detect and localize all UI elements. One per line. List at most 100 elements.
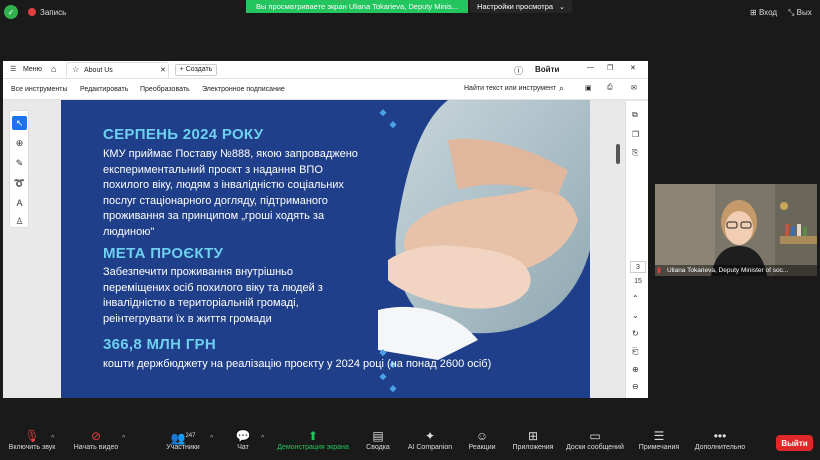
close-window-icon[interactable]: ✕ [630,64,636,72]
security-shield-icon[interactable]: ✓ [4,5,18,19]
whiteboards-button[interactable]: ▭ Доски сообщений [564,428,626,451]
whiteboard-icon: ▭ [589,429,601,443]
start-video-button[interactable]: ⊘ Начать видео [72,428,120,451]
page-up-icon[interactable]: ⌃ [632,294,639,303]
star-icon[interactable]: ☆ [72,65,79,74]
recording-icon [28,8,36,16]
apps-label: Приложения [512,444,554,451]
pages-icon[interactable]: ⎘ [632,148,638,158]
edit-button[interactable]: Редактировать [80,86,128,93]
lasso-icon[interactable]: ➰ [12,176,27,190]
login-button[interactable]: Войти [535,65,559,74]
hands-photo [378,100,590,398]
bookmark-icon[interactable]: ❐ [632,130,639,139]
start-video-label: Начать видео [73,444,119,451]
summary-button[interactable]: ▤ Сводка [362,428,394,451]
participants-button[interactable]: 👥247 Участники [158,428,208,451]
recording-label[interactable]: Запись [40,8,66,17]
refresh-icon[interactable]: ↻ [632,329,639,338]
exit-fullscreen-label: Вых [796,8,812,17]
slide-heading-date: СЕРПЕНЬ 2024 РОКУ [103,126,264,143]
share-screen-label: Демонстрация экрана [277,444,349,451]
exit-fullscreen-button[interactable]: ⤡ Вых [788,8,812,18]
enter-button[interactable]: ⊞ Вход [750,8,777,17]
zoom-in-icon[interactable]: ⊕ [632,365,639,374]
search-icon[interactable]: ⌕ [559,83,564,94]
reactions-label: Реакции [468,444,496,451]
participants-icon: 👥247 [170,431,196,445]
zoom-out-icon[interactable]: ⊖ [632,382,639,391]
viewer-toolbar: Все инструменты Редактировать Преобразов… [3,79,648,100]
all-tools-button[interactable]: Все инструменты [11,86,68,93]
home-icon[interactable]: ⌂ [51,64,56,74]
view-settings-button[interactable]: Настройки просмотра ⌄ [470,0,572,13]
grid-icon: ⊞ [750,8,759,17]
p2-line: реінтегрувати їх в життя громади [103,312,272,325]
p2-line: інвалідністю в територіальній громаді, [103,297,299,310]
presentation-slide: СЕРПЕНЬ 2024 РОКУ КМУ приймає Поставу №8… [61,100,590,398]
find-text-button[interactable]: Найти текст или инструмент [464,85,556,92]
create-button[interactable]: + Создать [175,64,217,76]
text-box-icon[interactable]: A [12,196,27,210]
convert-button[interactable]: Преобразовать [140,86,190,93]
comment-panel-icon[interactable]: ⧉ [632,110,638,120]
slide-paragraph-1: КМУ приймає Поставу №888, якою запровадж… [103,147,393,241]
chevron-up-icon[interactable]: ^ [51,435,54,442]
comment-icon[interactable]: ⊕ [12,136,27,150]
chat-button[interactable]: 💬 Чат [228,428,258,451]
participant-name: ▮ Uliana Tokarieva, Deputy Minister of s… [655,265,817,276]
chevron-up-icon[interactable]: ^ [261,435,264,442]
help-icon[interactable]: ⓘ [514,64,523,77]
select-cursor-icon[interactable]: ↖ [12,116,27,130]
chevron-up-icon[interactable]: ^ [122,435,125,442]
p1-line: КМУ приймає Поставу №888, якою запровадж… [103,148,358,160]
mail-icon[interactable]: ✉ [631,84,637,92]
more-icon: ••• [713,429,727,443]
save-icon[interactable]: ▣ [585,84,592,92]
ai-companion-button[interactable]: ✦ AI Companion [406,428,454,451]
participant-video-tile[interactable]: ▮ Uliana Tokarieva, Deputy Minister of s… [655,184,817,276]
apps-icon: ⊞ [527,429,539,443]
chevron-up-icon[interactable]: ^ [210,435,213,442]
slide-paragraph-2: Забезпечити проживання внутрішньо перемі… [103,265,393,327]
tab-about-us[interactable]: ☆ About Us ✕ [66,62,169,78]
hamburger-menu-icon[interactable]: ☰ [10,65,16,73]
close-tab-icon[interactable]: ✕ [160,66,166,74]
menu-button[interactable]: Меню [23,66,42,73]
print-icon[interactable]: ⎙ [607,84,613,92]
viewer-title-bar: ☰ Меню ⌂ ☆ About Us ✕ + Создать ⓘ Войти … [3,61,648,79]
left-tool-panel: ↖ ⊕ ✎ ➰ A ♙ [9,110,29,228]
apps-button[interactable]: ⊞ Приложения [510,428,556,451]
slide-paragraph-3: кошти держбюджету на реалізацію проєкту … [103,358,492,370]
stamp-icon[interactable]: ♙ [12,214,27,228]
unmute-label: Включить звук [8,444,56,451]
share-screen-button[interactable]: ⬆ Демонстрация экрана [275,428,351,451]
extract-icon[interactable]: ⎗ [632,347,638,357]
vertical-scrollbar[interactable] [615,100,621,398]
pdf-viewer-window: ☰ Меню ⌂ ☆ About Us ✕ + Создать ⓘ Войти … [3,61,648,398]
participants-label: Участники [166,444,200,451]
chat-label: Чат [237,444,249,451]
participant-name-text: Uliana Tokarieva, Deputy Minister of soc… [667,267,789,274]
esign-button[interactable]: Электронное подписание [202,86,285,93]
microphone-muted-icon: 🎙 [24,429,40,443]
dot-pattern [378,100,570,398]
participants-count: 247 [185,433,196,439]
maximize-icon[interactable]: ❐ [607,64,613,72]
page-down-icon[interactable]: ⌄ [632,311,639,320]
video-off-icon: ⊘ [90,429,102,443]
more-button[interactable]: ••• Дополнительно [692,428,748,451]
p1-line: людиною" [103,225,155,238]
unmute-button[interactable]: 🎙 Включить звук [7,428,57,451]
leave-meeting-button[interactable]: Выйти [776,435,813,451]
meeting-control-bar: 🎙 Включить звук ^ ⊘ Начать видео ^ 👥247 … [0,424,820,460]
minimize-icon[interactable]: — [587,64,594,71]
view-settings-label: Настройки просмотра [477,2,554,11]
p1-line: експериментальний проєкт з надання ВПО [103,163,323,176]
notes-button[interactable]: ☰ Примечания [637,428,681,451]
pen-icon[interactable]: ✎ [12,156,27,170]
reactions-button[interactable]: ☺ Реакции [466,428,498,451]
scrollbar-thumb[interactable] [616,144,620,164]
current-page-number[interactable]: 3 [630,261,646,273]
more-label: Дополнительно [694,444,746,451]
